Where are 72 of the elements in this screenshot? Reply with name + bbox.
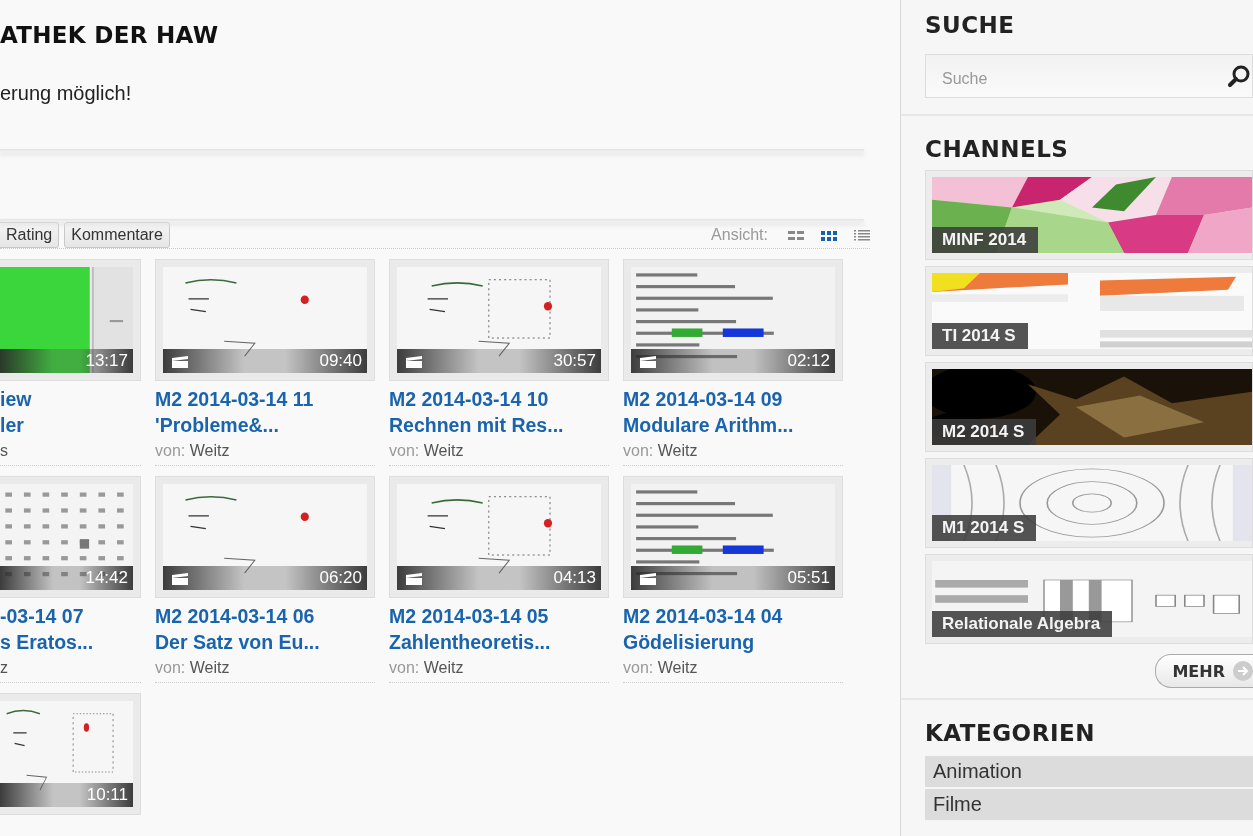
duration-text: 10:11 [86,785,128,805]
clapperboard-icon [172,571,188,585]
channel-card[interactable]: M1 2014 S [925,458,1253,548]
video-title-link[interactable]: M2 2014-03-14 04 Gödelisierung [623,603,783,655]
duration-text: 02:12 [787,351,830,371]
author-text: Weitz [189,659,230,676]
video-thumbnail[interactable]: 10:11 [0,693,141,815]
channel-label: M2 2014 S [932,419,1037,445]
duration-text: 05:51 [787,568,830,588]
video-thumbnail[interactable]: 13:17 [0,259,141,381]
notice-text: erung möglich! [0,82,132,105]
video-thumbnail[interactable]: 09:40 [155,259,375,381]
author-text: Weitz [657,442,698,459]
section-heading: SUCHE [925,12,1015,38]
video-title-link[interactable]: M2 2014-03-14 06 Der Satz von Eu... [155,603,320,655]
grid-view-icon[interactable] [821,229,837,241]
channel-label: MINF 2014 [932,227,1039,253]
by-label: von: [155,442,186,459]
channel-card[interactable]: TI 2014 S [925,266,1253,356]
author-text: s [0,442,8,459]
channel-card[interactable]: MINF 2014 [925,170,1253,260]
video-title-link[interactable]: M2 2014-03-14 09 Modulare Arithm... [623,386,794,438]
clapperboard-icon [640,354,656,368]
author-text: Weitz [423,659,464,676]
author-text: Weitz [423,442,464,459]
by-label: von: [623,659,654,676]
by-label: von: [155,659,186,676]
channel-card[interactable]: Relationale Algebra [925,554,1253,644]
channel-label: M1 2014 S [932,515,1037,541]
video-thumbnail[interactable]: 14:42 [0,476,141,598]
more-button[interactable]: MEHR [1155,654,1253,688]
video-title-link[interactable]: iew ler [0,386,32,438]
duration-text: 30:57 [553,351,596,371]
duration-text: 14:42 [85,568,128,588]
duration-text: 09:40 [319,351,362,371]
page-title: ATHEK DER HAW [0,21,219,48]
duration-text: 04:13 [553,568,596,588]
video-thumbnail[interactable]: 05:51 [623,476,843,598]
clapperboard-icon [406,354,422,368]
sort-button[interactable]: Kommentare [64,222,170,248]
by-label: von: [389,442,420,459]
author-text: Weitz [189,442,230,459]
section-heading: KATEGORIEN [925,720,1095,746]
search-field[interactable]: Suche [925,54,1253,98]
list-view-icon[interactable] [854,229,870,241]
section-heading: CHANNELS [925,136,1069,162]
channel-card[interactable]: M2 2014 S [925,362,1253,452]
channel-label: TI 2014 S [932,323,1028,349]
video-title-link[interactable]: M2 2014-03-14 10 Rechnen mit Res... [389,386,564,438]
channel-label: Relationale Algebra [932,611,1113,637]
author-text: Weitz [657,659,698,676]
video-thumbnail[interactable]: 02:12 [623,259,843,381]
video-thumbnail[interactable]: 06:20 [155,476,375,598]
clapperboard-icon [406,571,422,585]
view-label: Ansicht: [711,226,768,244]
by-label: von: [389,659,420,676]
by-label: von: [623,442,654,459]
duration-text: 13:17 [85,351,128,371]
video-thumbnail[interactable]: 04:13 [389,476,609,598]
video-title-link[interactable]: M2 2014-03-14 11 'Probleme&... [155,386,314,438]
sort-button[interactable]: Rating [0,222,60,248]
clapperboard-icon [172,354,188,368]
video-thumbnail[interactable]: 30:57 [389,259,609,381]
tile-view-icon[interactable] [788,229,804,241]
category-item[interactable]: Filme [925,789,1253,822]
video-title-link[interactable]: -03-14 07 s Eratos... [0,603,94,655]
duration-text: 06:20 [319,568,362,588]
author-text: z [0,659,8,676]
clapperboard-icon [640,571,656,585]
video-title-link[interactable]: M2 2014-03-14 05 Zahlentheoretis... [389,603,551,655]
search-icon[interactable] [1227,64,1251,88]
category-item[interactable]: Animation [925,756,1253,789]
